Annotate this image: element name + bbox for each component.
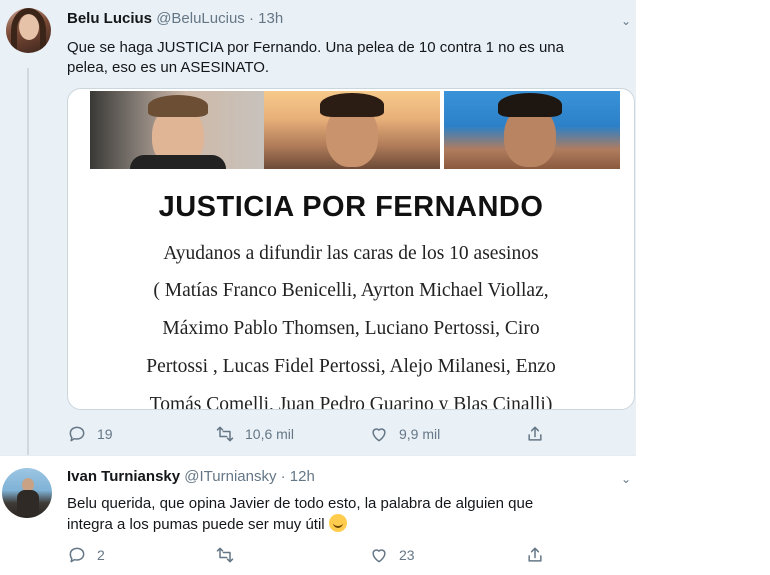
tweet-text: Que se haga JUSTICIA por Fernando. Una p… bbox=[67, 38, 564, 78]
caret-down-icon[interactable]: ⌄ bbox=[621, 472, 631, 486]
photo-2 bbox=[264, 91, 440, 169]
tweet-text: Belu querida, que opina Javier de todo e… bbox=[67, 494, 533, 535]
tweet-feed: Belu Lucius @BeluLucius · 13h ⌄ Que se h… bbox=[0, 0, 636, 575]
tweet-belu[interactable]: Belu Lucius @BeluLucius · 13h ⌄ Que se h… bbox=[0, 0, 636, 455]
reply-button[interactable]: 2 bbox=[67, 545, 105, 565]
thread-connector bbox=[27, 68, 29, 455]
card-text-line: Ayudanos a difundir las caras de los 10 … bbox=[163, 243, 539, 264]
timestamp[interactable]: · 13h bbox=[249, 10, 283, 27]
display-name[interactable]: Ivan Turniansky bbox=[67, 468, 180, 485]
user-handle[interactable]: @BeluLucius bbox=[156, 10, 245, 27]
like-count: 23 bbox=[399, 547, 415, 563]
page-margin bbox=[636, 0, 770, 574]
avatar[interactable] bbox=[6, 8, 51, 53]
share-icon bbox=[525, 424, 545, 444]
like-icon bbox=[369, 424, 389, 444]
like-button[interactable]: 9,9 mil bbox=[369, 424, 440, 444]
retweet-button[interactable]: 10,6 mil bbox=[215, 424, 294, 444]
retweet-icon bbox=[215, 545, 235, 565]
avatar[interactable] bbox=[2, 468, 52, 518]
grinning-face-icon bbox=[328, 514, 347, 532]
media-card[interactable]: JUSTICIA POR FERNANDO Ayudanos a difundi… bbox=[67, 88, 635, 410]
card-text-line: ( Matías Franco Benicelli, Ayrton Michae… bbox=[153, 280, 549, 301]
reply-count: 19 bbox=[97, 426, 113, 442]
reply-icon bbox=[67, 424, 87, 444]
like-icon bbox=[369, 545, 389, 565]
timestamp[interactable]: · 12h bbox=[281, 468, 315, 485]
card-text-line: Máximo Pablo Thomsen, Luciano Pertossi, … bbox=[162, 318, 540, 339]
card-text-line: Tomás Comelli, Juan Pedro Guarino y Blas… bbox=[149, 394, 553, 410]
tweet-text-line: Belu querida, que opina Javier de todo e… bbox=[67, 495, 534, 512]
like-button[interactable]: 23 bbox=[369, 545, 415, 565]
retweet-button[interactable] bbox=[215, 545, 245, 565]
photo-1 bbox=[90, 91, 265, 169]
reply-button[interactable]: 19 bbox=[67, 424, 113, 444]
tweet-header: Ivan Turniansky @ITurniansky · 12h bbox=[67, 468, 315, 485]
tweet-text-line: integra a los pumas puede ser muy útil bbox=[67, 516, 325, 533]
tweet-text-line-with-emoji: integra a los pumas puede ser muy útil bbox=[67, 514, 533, 535]
photo-3 bbox=[444, 91, 620, 169]
tweet-text-line: Que se haga JUSTICIA por Fernando. Una p… bbox=[67, 39, 564, 56]
tweet-header: Belu Lucius @BeluLucius · 13h bbox=[67, 10, 283, 27]
like-count: 9,9 mil bbox=[399, 426, 441, 442]
caret-down-icon[interactable]: ⌄ bbox=[621, 14, 631, 28]
tweet-actions: 2 23 bbox=[67, 545, 542, 567]
tweet-ivan[interactable]: Ivan Turniansky @ITurniansky · 12h ⌄ Bel… bbox=[0, 455, 636, 575]
card-text-line: Pertossi , Lucas Fidel Pertossi, Alejo M… bbox=[146, 356, 556, 377]
reply-icon bbox=[67, 545, 87, 565]
reply-count: 2 bbox=[97, 547, 105, 563]
user-handle[interactable]: @ITurniansky bbox=[184, 468, 276, 485]
tweet-actions: 19 10,6 mil 9,9 mil bbox=[67, 424, 542, 446]
card-title: JUSTICIA POR FERNANDO bbox=[158, 191, 544, 223]
share-icon bbox=[525, 545, 545, 565]
share-button[interactable] bbox=[525, 424, 545, 444]
tweet-text-line: pelea, eso es un ASESINATO. bbox=[67, 59, 270, 76]
share-button[interactable] bbox=[525, 545, 545, 565]
display-name[interactable]: Belu Lucius bbox=[67, 10, 152, 27]
retweet-count: 10,6 mil bbox=[245, 426, 295, 442]
retweet-icon bbox=[215, 424, 235, 444]
